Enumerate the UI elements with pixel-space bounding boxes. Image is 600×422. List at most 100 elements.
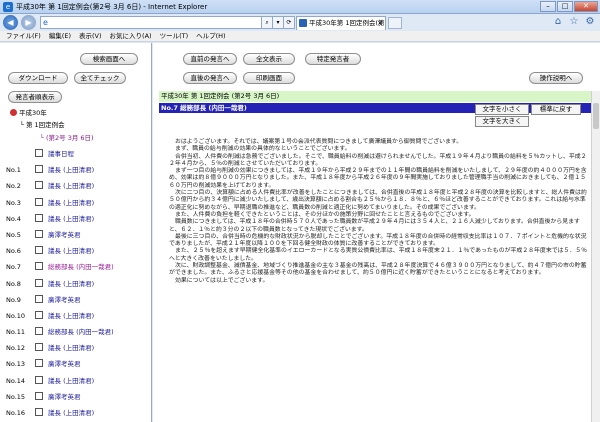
list-item[interactable]: No.9 廣澤考英君: [4, 293, 151, 309]
menu-bar: ファイル(F) 編集(E) 表示(V) お気に入り(A) ツール(T) ヘルプ(…: [0, 31, 600, 42]
item-link[interactable]: 議長 (上田清君): [48, 181, 94, 191]
list-item[interactable]: No.7 総務部長 (内田一哉君): [4, 260, 151, 276]
forward-icon[interactable]: ▶: [21, 15, 36, 30]
tree-root-year[interactable]: 平成30年: [10, 109, 47, 118]
item-link[interactable]: 議事日程: [48, 149, 74, 159]
item-checkbox[interactable]: [35, 375, 43, 384]
check-all-button[interactable]: 全てチェック: [74, 72, 126, 84]
show-all-button[interactable]: 全文表示: [243, 53, 295, 65]
settings-gear-icon[interactable]: ⚙: [584, 16, 596, 28]
item-checkbox[interactable]: [35, 262, 43, 271]
list-item[interactable]: No.10 議長 (上田清君): [4, 309, 151, 325]
menu-file[interactable]: ファイル(F): [6, 31, 41, 41]
item-checkbox[interactable]: [35, 294, 43, 303]
speaker-order-button[interactable]: 発言者順表示: [8, 91, 62, 103]
list-item[interactable]: No.14 議長 (上田清君): [4, 374, 151, 390]
favorites-icon[interactable]: ☆: [568, 16, 580, 28]
item-checkbox[interactable]: [35, 327, 43, 336]
speech-paragraph: まず、職員の給与削減の効果の具体的なということでございます。: [175, 146, 351, 153]
prev-speech-button[interactable]: 直前の発言へ: [183, 53, 237, 65]
item-link[interactable]: 議長 (上田清君): [48, 198, 94, 208]
item-link[interactable]: 議長 (上田清君): [48, 165, 94, 175]
download-button[interactable]: ダウンロード: [8, 72, 68, 84]
item-checkbox[interactable]: [35, 391, 43, 400]
list-item[interactable]: 議事日程: [4, 147, 151, 163]
dropdown-icon[interactable]: ▾: [273, 16, 284, 29]
menu-favorites[interactable]: お気に入り(A): [110, 31, 152, 41]
item-checkbox[interactable]: [35, 149, 43, 157]
item-checkbox[interactable]: [35, 278, 43, 287]
list-item[interactable]: No.1 議長 (上田清君): [4, 163, 151, 179]
item-link[interactable]: 議長 (上田清君): [48, 214, 94, 224]
close-button[interactable]: ✕: [574, 1, 598, 12]
list-item[interactable]: No.2 議長 (上田清君): [4, 179, 151, 195]
url-input[interactable]: e: [40, 16, 262, 29]
search-icon[interactable]: ⌕: [262, 16, 273, 29]
list-item[interactable]: No.16 議長 (上田清君): [4, 406, 151, 422]
back-icon[interactable]: ◀: [3, 15, 18, 30]
item-number: No.16: [6, 409, 26, 417]
list-item[interactable]: No.8 議長 (上田清君): [4, 277, 151, 293]
list-item[interactable]: No.12 議長 (上田清君): [4, 341, 151, 357]
menu-tools[interactable]: ツール(T): [160, 31, 189, 41]
item-checkbox[interactable]: [35, 213, 43, 222]
font-smaller-button[interactable]: 文字を小さく: [475, 104, 529, 115]
item-checkbox[interactable]: [35, 181, 43, 190]
item-link[interactable]: 議長 (上田清君): [48, 343, 94, 353]
menu-help[interactable]: ヘルプ(H): [196, 31, 225, 41]
item-link[interactable]: 議長 (上田清君): [48, 279, 94, 289]
item-link[interactable]: 廣澤考英君: [48, 295, 81, 305]
menu-edit[interactable]: 編集(E): [49, 31, 71, 41]
tree-session[interactable]: └ 第 1回定例会: [20, 121, 65, 130]
list-item[interactable]: No.4 議長 (上田清君): [4, 212, 151, 228]
item-link[interactable]: 総務部長 (内田一哉君): [48, 262, 114, 272]
browser-tab[interactable]: 平成30年第 1回定例会(第2... ×: [296, 16, 386, 30]
speech-paragraph: 次に、財政調整基金、減債基金、地域づくり推進基金の主な３基金の残高は、平成２８年…: [169, 263, 587, 277]
item-link[interactable]: 議長 (上田清君): [48, 311, 94, 321]
item-checkbox[interactable]: [35, 246, 43, 255]
item-link[interactable]: 議長 (上田清君): [48, 246, 94, 256]
window-controls: – □ ✕: [540, 1, 598, 12]
list-item[interactable]: No.6 議長 (上田清君): [4, 244, 151, 260]
refresh-icon[interactable]: ⟳: [284, 16, 295, 29]
item-link[interactable]: 総務部長 (内田一哉君): [48, 327, 114, 337]
list-item[interactable]: No.5 廣澤考英君: [4, 228, 151, 244]
tree-date[interactable]: └ (第2号 3月 6日): [40, 134, 94, 143]
item-link[interactable]: 廣澤考英君: [48, 230, 81, 240]
new-tab-button[interactable]: [388, 17, 402, 29]
item-checkbox[interactable]: [35, 310, 43, 319]
item-checkbox[interactable]: [35, 197, 43, 206]
font-larger-button[interactable]: 文字を大きく: [475, 116, 529, 127]
session-header: 平成30年 第 1回定例会 (第2号 3月 6日): [159, 91, 591, 102]
item-link[interactable]: 議長 (上田清君): [48, 376, 94, 386]
scrollbar-thumb[interactable]: [593, 103, 599, 129]
list-item[interactable]: No.3 議長 (上田清君): [4, 196, 151, 212]
list-item[interactable]: No.11 総務部長 (内田一哉君): [4, 325, 151, 341]
list-item[interactable]: No.13 廣澤考英君: [4, 357, 151, 373]
vertical-scrollbar[interactable]: [591, 91, 600, 422]
item-checkbox[interactable]: [35, 359, 43, 368]
minimize-button[interactable]: –: [540, 1, 556, 12]
home-icon[interactable]: ⌂: [552, 16, 564, 28]
help-button[interactable]: 操作説明へ: [529, 72, 583, 84]
specific-speaker-button[interactable]: 特定発言者: [305, 53, 361, 65]
maximize-button[interactable]: □: [557, 1, 573, 12]
speech-paragraph: 次に二つ目の、決算額に占める人件費比率が改善をしたことにつきましては、合併直後の…: [169, 190, 587, 211]
item-checkbox[interactable]: [35, 408, 43, 416]
item-link[interactable]: 議長 (上田清君): [48, 408, 94, 418]
list-item[interactable]: No.15 廣澤考英君: [4, 390, 151, 406]
tab-close-icon[interactable]: ×: [377, 17, 383, 29]
search-screen-button[interactable]: 検索画面へ: [80, 53, 138, 65]
window-title: 平成30年 第 1回定例会(第2号 3月 6日) - Internet Expl…: [16, 3, 208, 11]
speech-paragraph: 合併当初、人件費の削減は急務でございました。そこで、職員給料の削減は避けられませ…: [169, 153, 587, 167]
item-link[interactable]: 廣澤考英君: [48, 359, 81, 369]
font-standard-button[interactable]: 標準に戻す: [531, 104, 581, 115]
item-checkbox[interactable]: [35, 229, 43, 238]
item-checkbox[interactable]: [35, 165, 43, 174]
speech-paragraph: 効果については以上でございます。: [175, 277, 269, 284]
print-screen-button[interactable]: 印刷画面: [243, 72, 295, 84]
next-speech-button[interactable]: 直後の発言へ: [183, 72, 237, 84]
item-checkbox[interactable]: [35, 343, 43, 352]
item-link[interactable]: 廣澤考英君: [48, 392, 81, 402]
menu-view[interactable]: 表示(V): [79, 31, 102, 41]
